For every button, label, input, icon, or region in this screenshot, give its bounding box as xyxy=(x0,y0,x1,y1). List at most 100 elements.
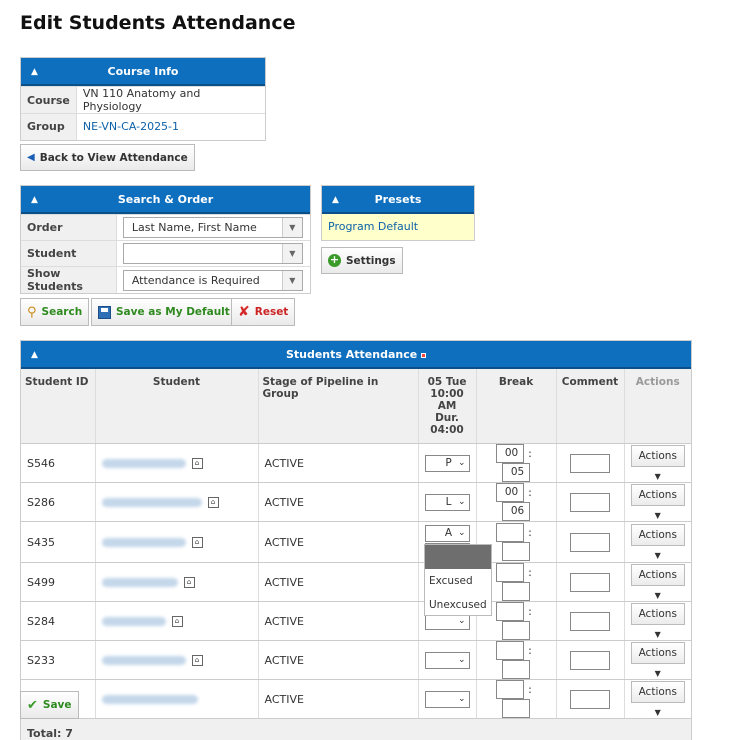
chevron-down-icon: ⌄ xyxy=(457,528,466,538)
break-hours-input[interactable]: 00 xyxy=(496,444,524,463)
comment-input[interactable] xyxy=(570,611,610,631)
break-minutes-input[interactable] xyxy=(502,660,530,679)
chevron-down-icon: ⌄ xyxy=(457,693,466,704)
break-minutes-input[interactable] xyxy=(502,582,530,601)
table-header-row: Student ID Student Stage of Pipeline in … xyxy=(21,369,691,444)
caret-down-icon: ▼ xyxy=(654,707,661,717)
comment-input[interactable] xyxy=(570,572,610,592)
student-name-blurred xyxy=(101,656,186,665)
student-name-blurred xyxy=(101,578,178,587)
profile-icon[interactable]: ⌂ xyxy=(191,655,203,666)
search-button[interactable]: ⚲ Search xyxy=(20,298,90,326)
comment-input[interactable] xyxy=(570,650,610,670)
profile-icon[interactable]: ⌂ xyxy=(207,497,219,508)
student-select[interactable]: ▼ xyxy=(122,243,303,264)
dropdown-option-unexcused[interactable]: Unexcused xyxy=(425,593,491,617)
break-minutes-input[interactable] xyxy=(502,542,530,561)
profile-icon[interactable]: ⌂ xyxy=(191,537,203,548)
table-row: S546 ⌂ ACTIVE P ⌄ 00:05 Actions ▼ xyxy=(21,443,691,483)
attendance-status-select[interactable]: P ⌄ xyxy=(424,454,470,472)
preset-item[interactable]: Program Default xyxy=(322,214,474,240)
actions-button[interactable]: Actions ▼ xyxy=(630,602,685,639)
save-as-default-button[interactable]: Save as My Default xyxy=(91,298,237,326)
group-link[interactable]: NE-VN-CA-2025-1 xyxy=(83,120,179,133)
attendance-status-select[interactable]: L ⌄ xyxy=(424,493,470,511)
break-minutes-input[interactable]: 05 xyxy=(502,463,530,482)
students-attendance-header[interactable]: ▲ Students Attendance xyxy=(21,341,691,369)
caret-down-icon: ▼ xyxy=(654,510,661,520)
break-hours-input[interactable]: 00 xyxy=(496,483,524,502)
collapse-up-icon[interactable]: ▲ xyxy=(332,186,339,214)
chevron-down-icon: ⌄ xyxy=(457,496,466,507)
search-order-panel: ▲ Search & Order Order Last Name, First Na… xyxy=(20,185,311,294)
caret-down-icon: ▼ xyxy=(654,590,661,600)
table-row: S665 ACTIVE ⌄ : Actions ▼ xyxy=(21,679,691,719)
break-minutes-input[interactable] xyxy=(502,621,530,640)
break-hours-input[interactable] xyxy=(496,523,524,542)
attendance-status-select[interactable]: ⌄ xyxy=(424,651,470,669)
x-mark-icon: ✘ xyxy=(238,304,250,320)
search-order-header[interactable]: ▲ Search & Order xyxy=(21,186,310,214)
profile-icon[interactable]: ⌂ xyxy=(171,616,183,627)
student-name-blurred xyxy=(101,538,186,547)
search-icon: ⚲ xyxy=(27,304,37,320)
caret-down-icon: ▼ xyxy=(654,550,661,560)
table-row: S499 ⌂ ACTIVE ⌄ : Actions ▼ xyxy=(21,562,691,602)
course-info-header[interactable]: ▲ Course Info xyxy=(21,58,265,86)
break-minutes-input[interactable] xyxy=(502,699,530,718)
actions-button[interactable]: Actions ▼ xyxy=(630,680,685,717)
comment-input[interactable] xyxy=(570,532,610,552)
presets-header[interactable]: ▲ Presets xyxy=(322,186,474,214)
settings-button[interactable]: + Settings xyxy=(321,247,403,274)
actions-button[interactable]: Actions ▼ xyxy=(630,444,685,481)
student-name-blurred xyxy=(101,695,198,704)
collapse-up-icon[interactable]: ▲ xyxy=(31,341,38,369)
back-to-view-attendance-button[interactable]: ◀ Back to View Attendance xyxy=(20,144,195,171)
attendance-table: Student ID Student Stage of Pipeline in … xyxy=(21,369,691,740)
course-row: Course VN 110 Anatomy and Physiology xyxy=(21,86,265,114)
collapse-up-icon[interactable]: ▲ xyxy=(31,58,38,86)
break-minutes-input[interactable]: 06 xyxy=(502,502,530,521)
break-hours-input[interactable] xyxy=(496,680,524,699)
students-attendance-panel: ▲ Students Attendance Student ID Student … xyxy=(20,340,692,740)
profile-icon[interactable]: ⌂ xyxy=(191,458,203,469)
save-button[interactable]: ✔ Save xyxy=(20,691,79,719)
student-name-blurred xyxy=(101,459,186,468)
attendance-status-select[interactable]: A ⌄ xyxy=(424,525,470,542)
dropdown-highlighted-option[interactable] xyxy=(425,545,491,569)
dropdown-arrow-icon: ▼ xyxy=(281,218,302,237)
break-hours-input[interactable] xyxy=(496,563,524,582)
student-name-blurred xyxy=(101,498,202,507)
table-row: S286 ⌂ ACTIVE L ⌄ 00:06 Actions ▼ xyxy=(21,482,691,522)
comment-input[interactable] xyxy=(570,453,610,473)
collapse-up-icon[interactable]: ▲ xyxy=(31,186,38,214)
table-row: S233 ⌂ ACTIVE ⌄ : Actions ▼ xyxy=(21,640,691,680)
comment-input[interactable] xyxy=(570,492,610,512)
dropdown-option-excused[interactable]: Excused xyxy=(425,569,491,593)
break-hours-input[interactable] xyxy=(496,602,524,621)
group-row: Group NE-VN-CA-2025-1 xyxy=(21,113,265,140)
attendance-reason-dropdown-menu: Excused Unexcused xyxy=(424,544,492,616)
plus-circle-icon: + xyxy=(328,253,341,267)
show-students-select[interactable]: Attendance is Required ▼ xyxy=(122,269,303,291)
attendance-status-select[interactable]: ⌄ xyxy=(424,690,470,708)
actions-button[interactable]: Actions ▼ xyxy=(630,523,685,560)
course-value: VN 110 Anatomy and Physiology xyxy=(76,86,265,114)
actions-button[interactable]: Actions ▼ xyxy=(630,483,685,520)
comment-input[interactable] xyxy=(570,689,610,709)
actions-button[interactable]: Actions ▼ xyxy=(630,563,685,600)
caret-down-icon: ▼ xyxy=(654,629,661,639)
profile-icon[interactable]: ⌂ xyxy=(183,577,195,588)
actions-button[interactable]: Actions ▼ xyxy=(630,641,685,678)
chevron-down-icon: ⌄ xyxy=(457,457,466,468)
checkmark-icon: ✔ xyxy=(27,697,38,713)
table-row: S435 ⌂ ACTIVE A⌄⌄ : Actions ▼ xyxy=(21,521,691,563)
session-header: 05 Tue 10:00 AM Dur. 04:00 xyxy=(418,369,477,444)
total-row: Total: 7 xyxy=(21,718,691,740)
dropdown-arrow-icon: ▼ xyxy=(281,270,302,290)
order-select[interactable]: Last Name, First Name ▼ xyxy=(122,217,303,238)
break-hours-input[interactable] xyxy=(496,641,524,660)
reset-button[interactable]: ✘ Reset xyxy=(231,298,296,326)
caret-down-icon: ▼ xyxy=(654,471,661,481)
dropdown-arrow-icon: ▼ xyxy=(281,244,302,263)
